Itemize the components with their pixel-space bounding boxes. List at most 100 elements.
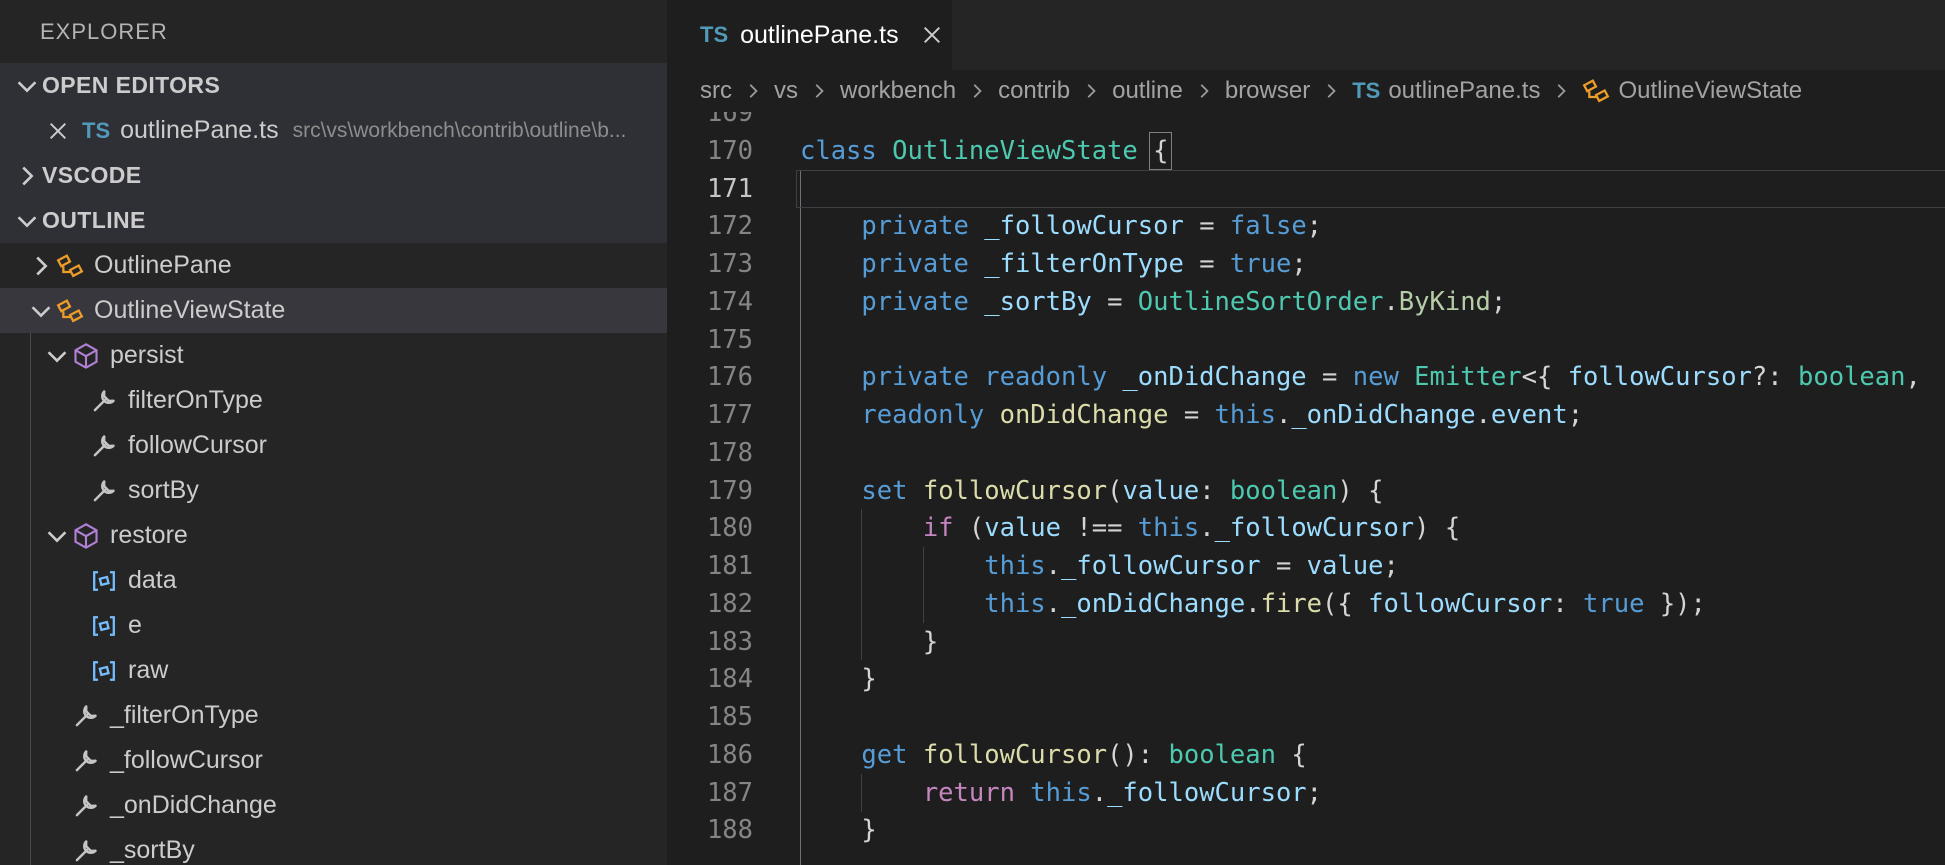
variable-symbol-icon	[90, 567, 118, 595]
line-number: 171	[667, 170, 753, 208]
property-symbol-icon	[90, 432, 118, 460]
line-number: 174	[667, 283, 753, 321]
chevron-right-icon	[12, 161, 42, 191]
code-line[interactable]: 175	[667, 321, 800, 359]
typescript-file-icon: TS	[1352, 78, 1380, 104]
code-area[interactable]: 169 170class OutlineViewState { 171 172 …	[667, 0, 1945, 865]
line-number: 188	[667, 811, 753, 849]
breadcrumb-item-browser[interactable]: browser	[1225, 77, 1310, 105]
variable-symbol-icon	[90, 612, 118, 640]
chevron-down-icon	[26, 296, 56, 326]
breadcrumb-item-src[interactable]: src	[700, 77, 732, 105]
outline-item-followcursor[interactable]: followCursor	[0, 423, 667, 468]
outline-item-sortby[interactable]: sortBy	[0, 468, 667, 513]
outline-item-persist[interactable]: persist	[0, 333, 667, 378]
editor-pane: 169 170class OutlineViewState { 171 172 …	[667, 0, 1945, 865]
outline-item-filterontype[interactable]: filterOnType	[0, 378, 667, 423]
line-number: 179	[667, 472, 753, 510]
method-symbol-icon	[72, 522, 100, 550]
class-symbol-icon	[56, 252, 84, 280]
code-line[interactable]: 182 this._onDidChange.fire({ followCurso…	[667, 585, 1706, 623]
class-symbol-icon	[56, 297, 84, 325]
outline-item-ondidchange-private[interactable]: _onDidChange	[0, 783, 667, 828]
close-icon[interactable]	[919, 22, 945, 48]
breadcrumb-item-outline[interactable]: outline	[1112, 77, 1183, 105]
code-line[interactable]: 181 this._followCursor = value;	[667, 547, 1399, 585]
chevron-down-icon	[12, 71, 42, 101]
line-number: 182	[667, 585, 753, 623]
outline-item-e[interactable]: e	[0, 603, 667, 648]
property-symbol-icon	[72, 837, 100, 865]
line-number: 172	[667, 207, 753, 245]
line-number: 175	[667, 321, 753, 359]
code-line-current[interactable]: 171	[667, 170, 800, 208]
chevron-right-icon	[26, 251, 56, 281]
code-line[interactable]: 187 return this._followCursor;	[667, 774, 1322, 812]
tab-label: outlinePane.ts	[740, 21, 898, 50]
chevron-down-icon	[12, 206, 42, 236]
code-line[interactable]: 176 private readonly _onDidChange = new …	[667, 358, 1936, 396]
chevron-right-icon	[742, 80, 764, 102]
code-line[interactable]: 188 }	[667, 811, 877, 849]
outline-item-data[interactable]: data	[0, 558, 667, 603]
code-line[interactable]: 170class OutlineViewState {	[667, 132, 1168, 170]
outline-item-raw[interactable]: raw	[0, 648, 667, 693]
outline-item-followcursor-private[interactable]: _followCursor	[0, 738, 667, 783]
line-number: 187	[667, 774, 753, 812]
outline-item-filterontype-private[interactable]: _filterOnType	[0, 693, 667, 738]
tab-outlinepane[interactable]: TS outlinePane.ts	[667, 0, 952, 70]
typescript-file-icon: TS	[82, 118, 110, 144]
explorer-sidebar: EXPLORER OPEN EDITORS TS outlinePane.ts …	[0, 0, 667, 865]
section-vscode[interactable]: VSCODE	[0, 153, 667, 198]
chevron-down-icon	[42, 521, 72, 551]
property-symbol-icon	[90, 387, 118, 415]
chevron-right-icon	[1320, 80, 1342, 102]
code-line[interactable]: 186 get followCursor(): boolean {	[667, 736, 1307, 774]
code-line[interactable]: 184 }	[667, 660, 877, 698]
sidebar-title: EXPLORER	[0, 0, 667, 63]
code-line[interactable]: 185	[667, 698, 800, 736]
line-number: 177	[667, 396, 753, 434]
breadcrumb-item-file[interactable]: outlinePane.ts	[1388, 77, 1540, 105]
property-symbol-icon	[72, 792, 100, 820]
open-editor-path: src\vs\workbench\contrib\outline\b...	[293, 119, 627, 143]
breadcrumb-item-workbench[interactable]: workbench	[840, 77, 956, 105]
code-line[interactable]: 183 }	[667, 623, 938, 661]
breadcrumb-item-contrib[interactable]: contrib	[998, 77, 1070, 105]
variable-symbol-icon	[90, 657, 118, 685]
method-symbol-icon	[72, 342, 100, 370]
code-line[interactable]: 179 set followCursor(value: boolean) {	[667, 472, 1383, 510]
current-line-highlight	[796, 170, 1945, 208]
code-line[interactable]: 172 private _followCursor = false;	[667, 207, 1322, 245]
class-symbol-icon	[1582, 77, 1610, 105]
breadcrumb-item-symbol[interactable]: OutlineViewState	[1618, 77, 1802, 105]
line-number: 184	[667, 660, 753, 698]
code-line[interactable]: 177 readonly onDidChange = this._onDidCh…	[667, 396, 1583, 434]
outline-item-outlineviewstate[interactable]: OutlineViewState	[0, 288, 667, 333]
property-symbol-icon	[72, 747, 100, 775]
line-number: 170	[667, 132, 753, 170]
property-symbol-icon	[90, 477, 118, 505]
code-line[interactable]: 174 private _sortBy = OutlineSortOrder.B…	[667, 283, 1506, 321]
line-number: 185	[667, 698, 753, 736]
open-editor-item[interactable]: TS outlinePane.ts src\vs\workbench\contr…	[0, 108, 667, 153]
chevron-right-icon	[1080, 80, 1102, 102]
section-outline[interactable]: OUTLINE	[0, 198, 667, 243]
breadcrumb-item-vs[interactable]: vs	[774, 77, 798, 105]
outline-item-outlinepane[interactable]: OutlinePane	[0, 243, 667, 288]
code-line[interactable]: 178	[667, 434, 800, 472]
code-line[interactable]: 173 private _filterOnType = true;	[667, 245, 1307, 283]
line-number: 186	[667, 736, 753, 774]
code-line[interactable]: 180 if (value !== this._followCursor) {	[667, 509, 1460, 547]
outline-item-sortby-private[interactable]: _sortBy	[0, 828, 667, 865]
open-editor-filename: outlinePane.ts	[120, 116, 278, 145]
outline-item-restore[interactable]: restore	[0, 513, 667, 558]
tree-indent-guide	[30, 333, 31, 865]
line-number: 176	[667, 358, 753, 396]
close-icon[interactable]	[44, 117, 72, 145]
section-open-editors[interactable]: OPEN EDITORS	[0, 63, 667, 108]
chevron-right-icon	[966, 80, 988, 102]
line-number: 183	[667, 623, 753, 661]
line-number: 178	[667, 434, 753, 472]
vscode-window: 169 170class OutlineViewState { 171 172 …	[0, 0, 1945, 865]
